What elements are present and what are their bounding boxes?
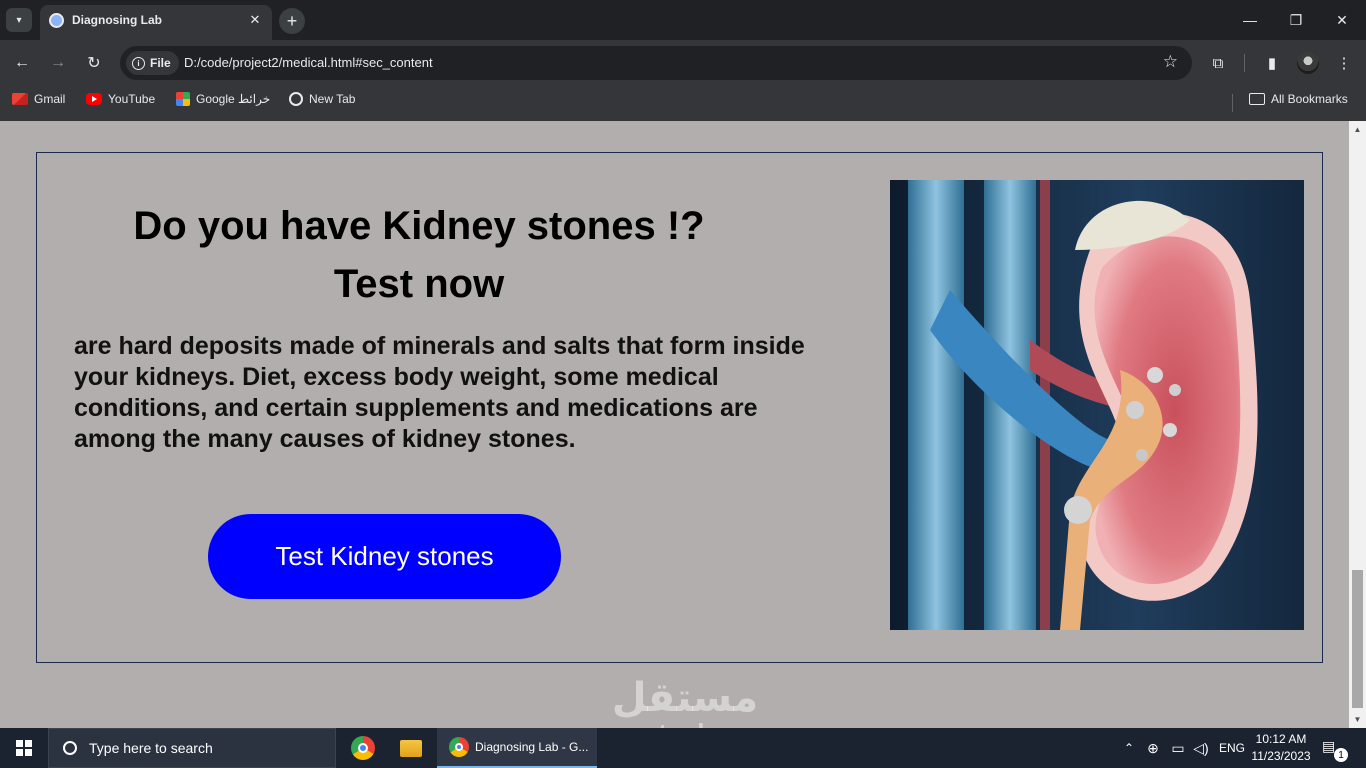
clock-time: 10:12 AM bbox=[1255, 732, 1307, 746]
search-icon bbox=[63, 741, 77, 755]
start-button[interactable] bbox=[0, 728, 48, 768]
browser-titlebar: ▾ Diagnosing Lab ✕ + — ❐ ✕ bbox=[0, 0, 1366, 40]
windows-logo-icon bbox=[16, 740, 32, 756]
page-title: Do you have Kidney stones !? Test now bbox=[74, 197, 764, 313]
close-tab-icon[interactable]: ✕ bbox=[246, 11, 264, 29]
file-explorer-icon bbox=[400, 739, 422, 757]
bookmark-youtube[interactable]: YouTube bbox=[86, 92, 155, 106]
bookmark-google-maps[interactable]: Google خرائط bbox=[176, 92, 270, 106]
url-text[interactable]: D:/code/project2/medical.html#sec_conten… bbox=[184, 55, 433, 70]
extensions-icon[interactable]: ⧉ bbox=[1207, 52, 1229, 74]
profile-avatar[interactable] bbox=[1297, 52, 1319, 74]
taskbar-active-window[interactable]: Diagnosing Lab - G... bbox=[437, 728, 597, 768]
content-section: Do you have Kidney stones !? Test now ar… bbox=[36, 152, 1323, 663]
language-indicator[interactable]: ENG bbox=[1218, 728, 1246, 768]
favicon-icon bbox=[49, 13, 64, 28]
title-line-1: Do you have Kidney stones !? bbox=[133, 204, 705, 248]
gmail-icon bbox=[12, 93, 28, 105]
bookmark-gmail[interactable]: Gmail bbox=[12, 92, 65, 106]
scroll-down-arrow-icon[interactable]: ▼ bbox=[1349, 711, 1366, 728]
kidney-illustration-image bbox=[890, 180, 1304, 630]
site-info-chip[interactable]: i File bbox=[126, 51, 179, 75]
tab-diagnosing-lab[interactable]: Diagnosing Lab ✕ bbox=[40, 5, 272, 40]
side-panel-icon[interactable]: ▮ bbox=[1261, 52, 1283, 74]
bookmark-label: Gmail bbox=[34, 92, 66, 106]
globe-icon bbox=[289, 92, 303, 106]
all-bookmarks-button[interactable]: All Bookmarks bbox=[1249, 92, 1348, 106]
scrollbar-thumb[interactable] bbox=[1352, 570, 1363, 708]
kidney-illustration-svg bbox=[890, 180, 1304, 630]
youtube-icon bbox=[86, 93, 102, 105]
bookmark-label: New Tab bbox=[309, 92, 356, 106]
search-placeholder: Type here to search bbox=[89, 740, 213, 756]
page-viewport: Do you have Kidney stones !? Test now ar… bbox=[0, 121, 1366, 728]
folder-icon bbox=[1249, 93, 1265, 105]
info-icon: i bbox=[132, 56, 145, 70]
battery-icon[interactable]: ▭ bbox=[1168, 728, 1188, 768]
bookmark-label: YouTube bbox=[108, 92, 156, 106]
chrome-icon bbox=[351, 736, 375, 760]
bookmark-new-tab[interactable]: New Tab bbox=[289, 92, 355, 106]
volume-icon[interactable]: ◁) bbox=[1191, 728, 1211, 768]
kebab-menu-icon[interactable]: ⋮ bbox=[1333, 52, 1355, 74]
scroll-up-arrow-icon[interactable]: ▲ bbox=[1349, 121, 1366, 138]
network-icon[interactable]: ⊕ bbox=[1143, 728, 1163, 768]
bookmark-label: Google خرائط bbox=[196, 92, 271, 106]
chrome-icon bbox=[449, 737, 469, 757]
taskbar-chrome[interactable] bbox=[340, 728, 386, 768]
address-bar[interactable]: i File D:/code/project2/medical.html#sec… bbox=[120, 46, 1192, 80]
back-arrow-icon[interactable]: ← bbox=[10, 51, 34, 75]
taskbar-clock[interactable]: 10:12 AM 11/23/2023 bbox=[1250, 731, 1312, 765]
window-close-icon[interactable]: ✕ bbox=[1322, 6, 1362, 34]
clock-date: 11/23/2023 bbox=[1251, 749, 1311, 763]
tab-title: Diagnosing Lab bbox=[72, 13, 162, 27]
test-kidney-stones-button[interactable]: Test Kidney stones bbox=[208, 514, 561, 599]
all-bookmarks-label: All Bookmarks bbox=[1271, 92, 1348, 106]
title-line-2: Test now bbox=[333, 262, 505, 306]
description-text: are hard deposits made of minerals and s… bbox=[74, 332, 805, 453]
new-tab-button[interactable]: + bbox=[279, 8, 305, 34]
page-scrollbar[interactable]: ▲ ▼ bbox=[1349, 121, 1366, 728]
chip-label: File bbox=[150, 56, 171, 70]
taskbar-file-explorer[interactable] bbox=[388, 728, 434, 768]
minimize-icon[interactable]: — bbox=[1230, 6, 1270, 34]
forward-arrow-icon[interactable]: → bbox=[46, 51, 70, 75]
show-hidden-icons-chevron-icon[interactable]: ⌃ bbox=[1120, 728, 1138, 768]
toolbar-divider bbox=[1244, 54, 1245, 72]
taskbar-search-box[interactable]: Type here to search bbox=[48, 728, 336, 768]
maps-icon bbox=[176, 92, 190, 106]
tab-search-button[interactable]: ▾ bbox=[6, 8, 32, 32]
bookmark-star-icon[interactable]: ☆ bbox=[1163, 52, 1178, 72]
active-window-title: Diagnosing Lab - G... bbox=[475, 740, 589, 754]
restore-icon[interactable]: ❐ bbox=[1276, 6, 1316, 34]
browser-toolbar: ← → ↻ i File D:/code/project2/medical.ht… bbox=[0, 40, 1366, 86]
reload-icon[interactable]: ↻ bbox=[82, 51, 106, 75]
windows-taskbar: Type here to search Diagnosing Lab - G..… bbox=[0, 728, 1366, 768]
notification-count-badge: 1 bbox=[1334, 748, 1348, 762]
bookmarks-bar: Gmail YouTube Google خرائط New Tab All B… bbox=[0, 86, 1366, 121]
watermark-arabic: مستقل bbox=[611, 675, 759, 721]
bookmarks-divider bbox=[1232, 94, 1233, 112]
